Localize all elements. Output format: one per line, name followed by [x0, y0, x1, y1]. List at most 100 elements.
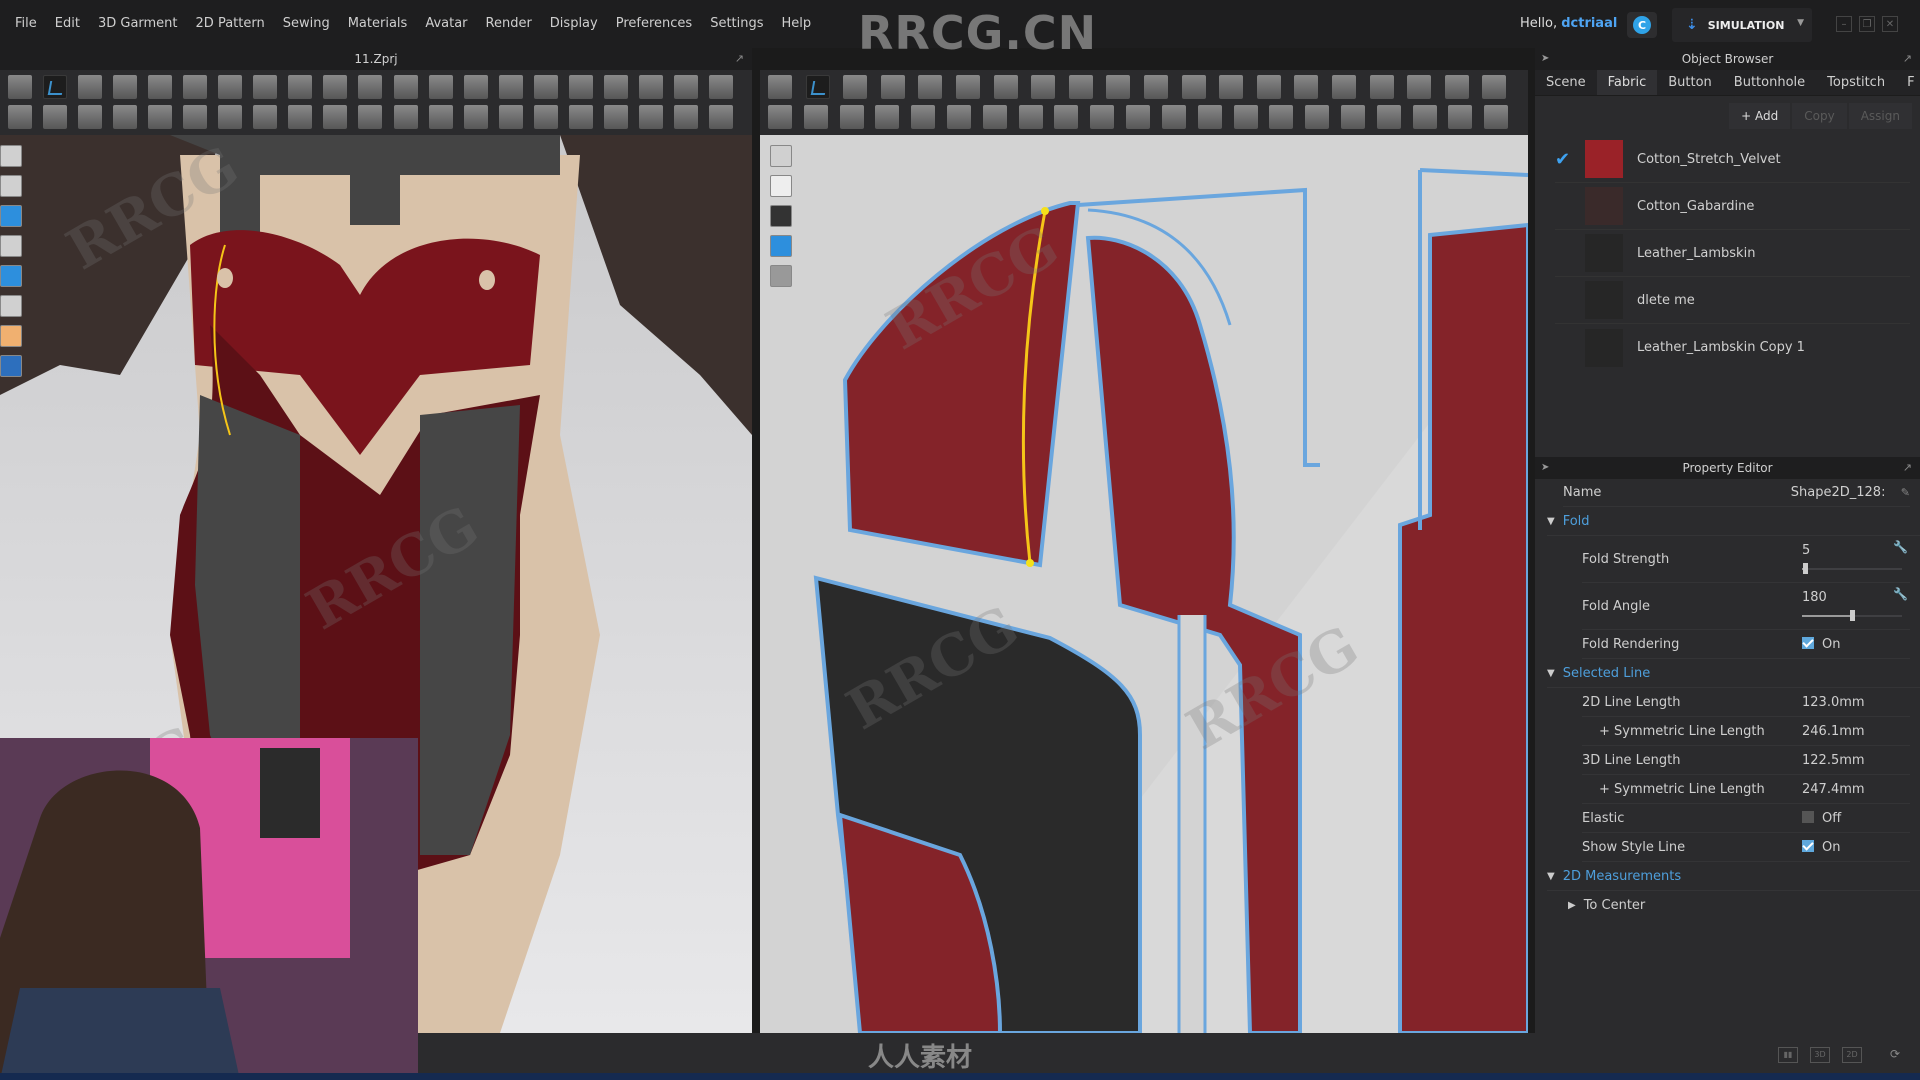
- tool-button-icon[interactable]: [708, 75, 733, 99]
- tool-button-icon[interactable]: [708, 105, 733, 129]
- tool-button-icon[interactable]: [148, 105, 173, 129]
- menu-edit[interactable]: Edit: [46, 0, 89, 48]
- tool-button-icon[interactable]: [568, 75, 593, 99]
- menu-sewing[interactable]: Sewing: [274, 0, 339, 48]
- menu-materials[interactable]: Materials: [339, 0, 417, 48]
- tool-button-icon[interactable]: [323, 105, 348, 129]
- menu-settings[interactable]: Settings: [701, 0, 772, 48]
- tool-button-icon[interactable]: [1219, 75, 1244, 99]
- tool-button-icon[interactable]: [113, 75, 138, 99]
- info-icon[interactable]: [770, 205, 792, 227]
- fold-section-header[interactable]: ▼ Fold: [1547, 507, 1920, 536]
- 2d-measurements-section-header[interactable]: ▼ 2D Measurements: [1547, 862, 1920, 891]
- tool-button-icon[interactable]: [1305, 105, 1330, 129]
- tool-button-icon[interactable]: [1144, 75, 1168, 99]
- mode-selector[interactable]: ⇣ SIMULATION ▼: [1672, 8, 1812, 42]
- show-style-line-checkbox[interactable]: [1802, 839, 1814, 852]
- pattern-brush-icon[interactable]: [770, 145, 792, 167]
- tool-button-icon[interactable]: [993, 75, 1018, 99]
- menu-preferences[interactable]: Preferences: [607, 0, 701, 48]
- tool-button-icon[interactable]: [533, 105, 558, 129]
- tool-button-icon[interactable]: [393, 75, 418, 99]
- avatar-skin-icon[interactable]: [0, 325, 22, 347]
- tool-button-icon[interactable]: [1376, 105, 1401, 129]
- 2d-view-button[interactable]: 2D: [1842, 1047, 1862, 1063]
- tool-button-icon[interactable]: [1126, 105, 1151, 129]
- tab-scene[interactable]: Scene: [1535, 70, 1597, 95]
- tool-button-icon[interactable]: [1294, 75, 1319, 99]
- tool-button-icon[interactable]: [839, 105, 864, 129]
- environment-icon[interactable]: [0, 355, 22, 377]
- tool-button-icon[interactable]: [1197, 105, 1222, 129]
- tool-button-icon[interactable]: [1233, 105, 1258, 129]
- fold-angle-slider[interactable]: [1802, 609, 1902, 623]
- fabric-item[interactable]: Leather_Lambskin Copy 1: [1555, 324, 1910, 371]
- to-center-row[interactable]: ▶ To Center: [1568, 891, 1920, 920]
- tool-button-icon[interactable]: [8, 105, 32, 129]
- username[interactable]: dctriaal: [1561, 16, 1617, 31]
- 2d-pattern-viewport[interactable]: RRCG RRCG RRCG: [760, 135, 1528, 1033]
- tab-fabric[interactable]: Fabric: [1596, 70, 1658, 95]
- menu-avatar[interactable]: Avatar: [416, 0, 476, 48]
- tool-button-icon[interactable]: [982, 105, 1007, 129]
- tool-button-icon[interactable]: [288, 105, 313, 129]
- fabric-item[interactable]: Cotton_Gabardine: [1555, 183, 1910, 230]
- cloud-button[interactable]: C: [1627, 12, 1657, 38]
- copy-fabric-button[interactable]: Copy: [1792, 103, 1847, 129]
- tool-button-icon[interactable]: [43, 105, 68, 129]
- avatar-display-icon[interactable]: [0, 145, 22, 167]
- menu-3d-garment[interactable]: 3D Garment: [89, 0, 187, 48]
- close-icon[interactable]: ✕: [1882, 16, 1898, 32]
- tool-button-icon[interactable]: [1369, 75, 1394, 99]
- tool-button-icon[interactable]: [911, 105, 936, 129]
- tool-button-icon[interactable]: [498, 105, 523, 129]
- tool-button-icon[interactable]: [843, 75, 868, 99]
- avatar-visibility-icon[interactable]: [0, 235, 22, 257]
- refresh-icon[interactable]: ⟳: [1885, 1047, 1905, 1063]
- tool-button-icon[interactable]: [768, 105, 792, 129]
- tool-button-icon[interactable]: [880, 75, 905, 99]
- fabric-item[interactable]: Leather_Lambskin: [1555, 230, 1910, 277]
- tool-button-icon[interactable]: [638, 75, 663, 99]
- restore-icon[interactable]: ❐: [1859, 16, 1875, 32]
- texture-display-icon[interactable]: [0, 295, 22, 317]
- tool-button-icon[interactable]: [638, 105, 663, 129]
- tool-button-icon[interactable]: [1412, 105, 1437, 129]
- tool-button-icon[interactable]: [1054, 105, 1079, 129]
- garment-visibility-icon[interactable]: [770, 175, 792, 197]
- tool-button-icon[interactable]: [1444, 75, 1469, 99]
- tool-button-icon[interactable]: [463, 105, 488, 129]
- edit-pencil-icon[interactable]: ✎: [1901, 486, 1910, 499]
- tool-button-icon[interactable]: [498, 75, 523, 99]
- menu-file[interactable]: File: [6, 0, 46, 48]
- tool-button-icon[interactable]: [253, 75, 278, 99]
- tab-button[interactable]: Button: [1657, 70, 1723, 95]
- tool-button-icon[interactable]: [183, 105, 208, 129]
- popout-icon[interactable]: ↗: [1903, 48, 1912, 70]
- tool-button-icon[interactable]: [603, 105, 628, 129]
- tool-button-icon[interactable]: [875, 105, 900, 129]
- name-value[interactable]: Shape2D_128:: [1791, 485, 1901, 500]
- collapse-arrow-icon[interactable]: ➤: [1541, 48, 1549, 70]
- tool-button-icon[interactable]: [78, 75, 103, 99]
- menu-2d-pattern[interactable]: 2D Pattern: [187, 0, 274, 48]
- tool-button-icon[interactable]: [113, 105, 138, 129]
- menu-display[interactable]: Display: [541, 0, 607, 48]
- wrench-icon[interactable]: 🔧: [1893, 540, 1908, 554]
- 3d-view-button[interactable]: 3D: [1810, 1047, 1830, 1063]
- split-view-icon[interactable]: ▮▮: [1778, 1047, 1798, 1063]
- tool-button-icon[interactable]: [1482, 75, 1507, 99]
- garment-display-icon[interactable]: [0, 175, 22, 197]
- tool-button-icon[interactable]: [323, 75, 348, 99]
- tool-button-icon[interactable]: [1161, 105, 1186, 129]
- tab-topstitch[interactable]: Topstitch: [1816, 70, 1896, 95]
- line-endpoint[interactable]: [1041, 207, 1049, 215]
- tool-button-icon[interactable]: [1181, 75, 1206, 99]
- tool-button-icon[interactable]: [1031, 75, 1056, 99]
- tab-more[interactable]: F: [1896, 70, 1920, 95]
- add-fabric-button[interactable]: + Add: [1729, 103, 1791, 129]
- menu-help[interactable]: Help: [773, 0, 821, 48]
- fabric-texture-icon[interactable]: [770, 235, 792, 257]
- tool-button-icon[interactable]: [803, 105, 828, 129]
- tool-button-icon[interactable]: [956, 75, 980, 99]
